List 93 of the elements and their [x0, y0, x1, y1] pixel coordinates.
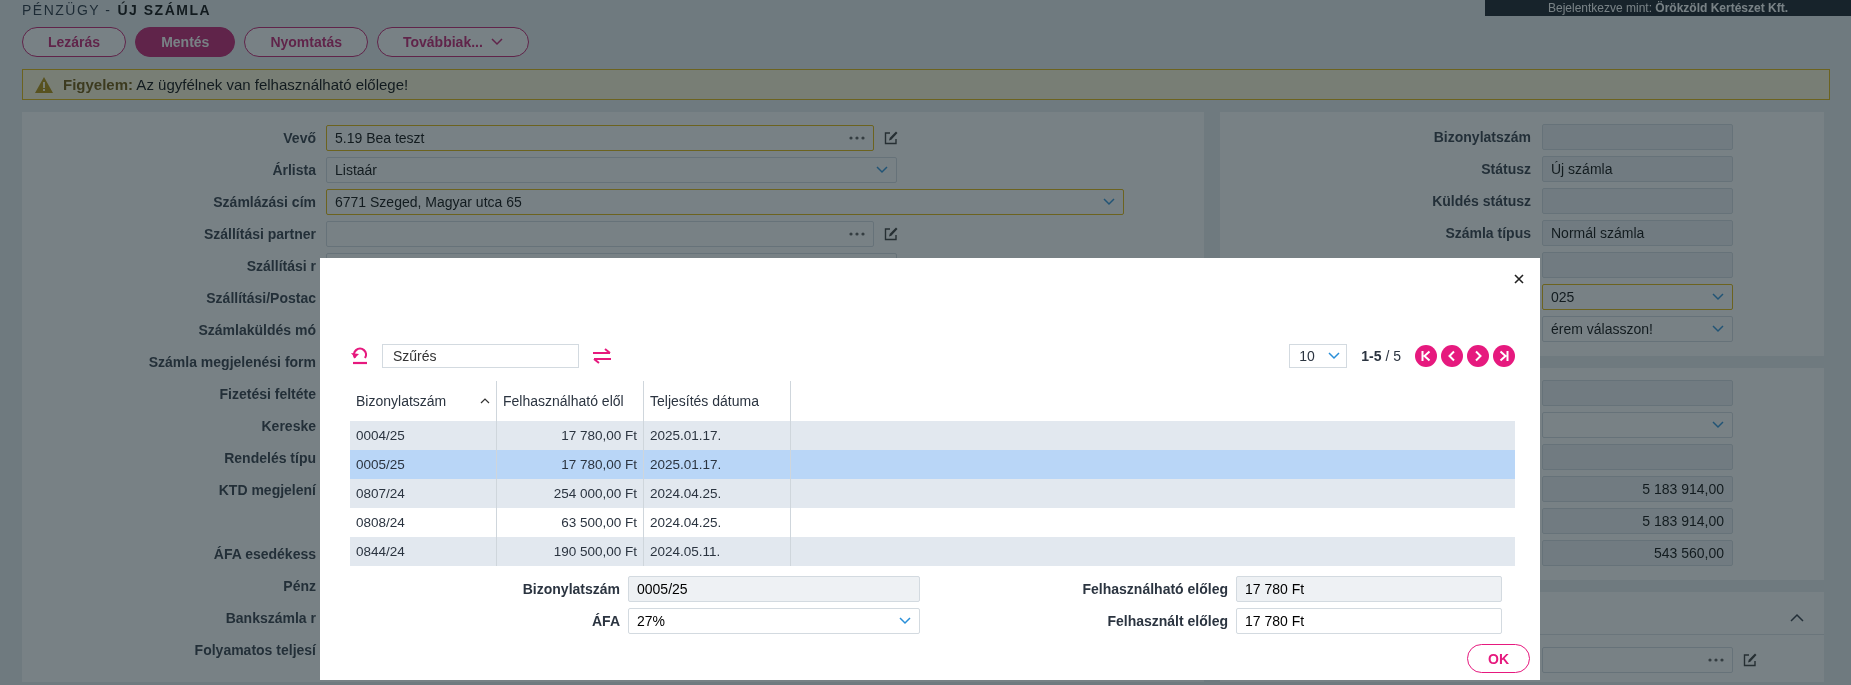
caret-up-icon[interactable] [1790, 612, 1804, 622]
field-label: Kereske [260, 417, 316, 436]
filter-field[interactable]: Szűrés [382, 344, 579, 368]
field-label: Felhasználható előleg [1081, 581, 1228, 597]
field-label: KTD megjelení [217, 481, 316, 500]
table-cell: 0844/24 [356, 544, 405, 559]
field-label: Bizonylatszám [521, 581, 620, 597]
readonly-field: Új számla [1542, 156, 1733, 182]
undo-icon[interactable] [350, 347, 370, 365]
field-label: ÁFA [591, 613, 620, 629]
table-cell: 2025.01.17. [650, 428, 722, 443]
table-row[interactable]: 0005/25 17 780,00 Ft 2025.01.17. [350, 450, 1515, 479]
swap-icon[interactable] [591, 348, 613, 364]
table-cell: 190 500,00 Ft [553, 544, 637, 559]
table-cell: 17 780,00 Ft [561, 457, 637, 472]
lookup-field[interactable]: 5.19 Bea teszt [326, 125, 874, 151]
field-label: Küldés státusz [1431, 192, 1531, 211]
readonly-field: Normál számla [1542, 220, 1733, 246]
table-cell: 0005/25 [356, 457, 405, 472]
user-text: Bejelentkezve mint: Örökzöld Kertészet Kft. [1547, 1, 1789, 15]
field-label: Bankszámla r [224, 609, 316, 628]
field-label: Felhasznált előleg [1106, 613, 1228, 629]
table-cell: 0807/24 [356, 486, 405, 501]
select-field[interactable]: Listaár [326, 157, 897, 183]
more-icon[interactable] [849, 136, 865, 140]
select-field[interactable]: 27% [628, 608, 920, 634]
input-field[interactable]: 17 780 Ft [1236, 608, 1502, 634]
select-field[interactable] [1542, 412, 1733, 438]
field-label: Szállítási partner [202, 225, 316, 244]
first-page-button[interactable] [1415, 345, 1437, 367]
caret-icon [1328, 352, 1341, 360]
field-label: Fizetési feltéte [218, 385, 316, 404]
field-label: Szállítási r [245, 257, 316, 276]
caret-icon [1103, 198, 1115, 206]
table-cell: 17 780,00 Ft [561, 428, 637, 443]
readonly-field: 17 780 Ft [1236, 576, 1502, 602]
amount-field: 5 183 914,00 [1542, 476, 1733, 502]
page-title: ÚJ SZÁMLA [117, 2, 212, 18]
caret-icon [876, 166, 888, 174]
table-cell: 0004/25 [356, 428, 405, 443]
skip-back-icon [1420, 350, 1432, 362]
edit-icon[interactable] [1743, 653, 1757, 667]
caret-icon [1712, 421, 1724, 429]
field-label: Pénz [282, 577, 316, 596]
ok-button[interactable]: OK [1467, 644, 1530, 673]
skip-forward-icon [1498, 350, 1510, 362]
field-label: Számla megjelenési form [147, 353, 316, 372]
warning-icon [35, 76, 53, 93]
select-field[interactable]: érem válasszon! [1542, 316, 1733, 342]
table-cell: 63 500,00 Ft [561, 515, 637, 530]
select-field[interactable]: 6771 Szeged, Magyar utca 65 [326, 189, 1124, 215]
field-label: Árlista [271, 161, 316, 180]
table-cell: 2024.04.25. [650, 515, 722, 530]
table-cell: 2025.01.17. [650, 457, 722, 472]
field-label: Számlázási cím [212, 193, 316, 212]
field-label: Számla típus [1444, 224, 1531, 243]
field-label: Folyamatos teljesí [193, 641, 316, 660]
field-label: Vevő [282, 129, 316, 148]
more-icon[interactable] [849, 232, 865, 236]
table-cell: 254 000,00 Ft [553, 486, 637, 501]
edit-icon[interactable] [884, 131, 898, 145]
table-row[interactable]: 0807/24 254 000,00 Ft 2024.04.25. [350, 479, 1515, 508]
page-range: 1-5 / 5 [1361, 348, 1401, 364]
last-page-button[interactable] [1493, 345, 1515, 367]
prev-page-button[interactable] [1441, 345, 1463, 367]
sort-icon [480, 398, 490, 404]
more-icon[interactable] [1708, 658, 1724, 662]
amount-field: 543 560,00 [1542, 540, 1733, 566]
field-label: Státusz [1480, 160, 1531, 179]
amount-field: 5 183 914,00 [1542, 508, 1733, 534]
field-label: Számlaküldés mó [197, 321, 316, 340]
table-cell: 0808/24 [356, 515, 405, 530]
caret-icon [899, 617, 911, 625]
table-row[interactable]: 0844/24 190 500,00 Ft 2024.05.11. [350, 537, 1515, 566]
alert-message: Figyelem: Az ügyfélnek van felhasználható előlege! [63, 76, 409, 93]
field-label: Bizonylatszám [1432, 128, 1531, 147]
edit-icon[interactable] [884, 227, 898, 241]
page-size-select[interactable]: 10 [1289, 344, 1348, 368]
field-label: ÁFA esedékess [212, 545, 316, 564]
select-field[interactable]: 025 [1542, 284, 1733, 310]
table-row[interactable]: 0004/25 17 780,00 Ft 2025.01.17. [350, 421, 1515, 450]
close-icon [1512, 272, 1526, 286]
lookup-field[interactable] [326, 221, 874, 247]
caret-icon [1712, 293, 1724, 301]
caret-icon [490, 38, 503, 46]
table-cell: 2024.04.25. [650, 486, 722, 501]
field-label: Szállítási/Postac [205, 289, 316, 308]
next-page-button[interactable] [1467, 345, 1489, 367]
caret-icon [1712, 325, 1724, 333]
readonly-field: 0005/25 [628, 576, 920, 602]
field-label: Rendelés típu [223, 449, 316, 468]
lookup-field[interactable] [1542, 647, 1733, 673]
table-cell: 2024.05.11. [650, 544, 721, 559]
